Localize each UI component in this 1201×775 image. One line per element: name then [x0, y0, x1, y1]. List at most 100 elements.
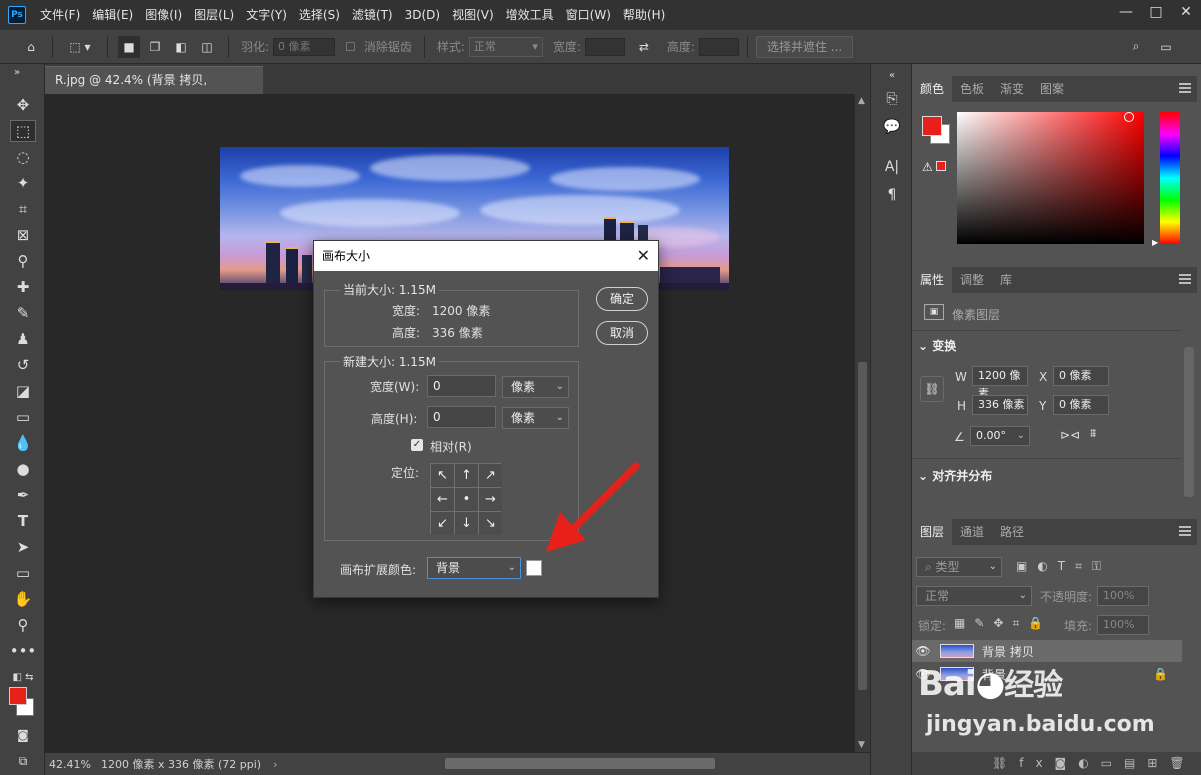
anchor-top-right[interactable]: ↗: [479, 464, 502, 487]
history-brush-tool-icon[interactable]: ↺: [10, 354, 36, 376]
relative-checkbox[interactable]: ✓: [411, 439, 423, 451]
path-selection-tool-icon[interactable]: ➤: [10, 536, 36, 558]
new-selection-icon[interactable]: ■: [118, 35, 140, 58]
tab-gradients[interactable]: 渐变: [992, 76, 1032, 102]
layers-footer-icons[interactable]: ⛓fx◙◐▭▤⊞🗑: [912, 752, 1201, 775]
home-icon[interactable]: ⌂: [20, 36, 42, 58]
tab-layers[interactable]: 图层: [912, 519, 953, 545]
hue-slider-handle-icon[interactable]: ▶: [1152, 238, 1158, 247]
menu-window[interactable]: 窗口(W): [560, 0, 617, 30]
minimize-icon[interactable]: —: [1111, 0, 1141, 24]
more-tools-icon[interactable]: •••: [10, 640, 37, 662]
height-input[interactable]: 0: [427, 406, 496, 428]
tab-adjustments[interactable]: 调整: [952, 267, 992, 293]
height-unit-select[interactable]: 像素 ⌄: [502, 407, 569, 429]
eyedropper-tool-icon[interactable]: ⚲: [10, 250, 36, 272]
tab-patterns[interactable]: 图案: [1032, 76, 1072, 102]
link-icon[interactable]: ⛓: [920, 376, 944, 402]
hue-slider[interactable]: [1160, 112, 1180, 244]
close-icon[interactable]: ✕: [637, 241, 650, 271]
marquee-tool-icon[interactable]: ⬚: [10, 120, 36, 142]
layer-filter-select[interactable]: ⌕ 类型 ⌄: [916, 557, 1002, 577]
zoom-tool-icon[interactable]: ⚲: [10, 614, 36, 636]
anchor-bottom-left[interactable]: ↙: [431, 512, 454, 535]
type-tool-icon[interactable]: T: [10, 510, 36, 532]
scroll-down-icon[interactable]: ▼: [858, 740, 865, 750]
opacity-input[interactable]: 100%: [1097, 586, 1149, 606]
layer-row[interactable]: 👁 背景 拷贝: [912, 640, 1182, 662]
menu-edit[interactable]: 编辑(E): [86, 0, 139, 30]
screen-mode-icon[interactable]: ⧉: [10, 750, 36, 772]
blur-tool-icon[interactable]: 💧: [10, 432, 36, 454]
zoom-level[interactable]: 42.41%: [49, 758, 101, 771]
fill-input[interactable]: 100%: [1097, 615, 1149, 635]
anchor-bottom[interactable]: ↓: [455, 512, 478, 535]
blend-mode-select[interactable]: 正常 ⌄: [916, 586, 1032, 606]
anchor-top[interactable]: ↑: [455, 464, 478, 487]
align-distribute-section[interactable]: ⌄ 对齐并分布: [918, 467, 992, 484]
transform-x-input[interactable]: 0 像素: [1053, 366, 1109, 386]
menu-select[interactable]: 选择(S): [293, 0, 346, 30]
add-selection-icon[interactable]: ❐: [144, 36, 166, 58]
hand-tool-icon[interactable]: ✋: [10, 588, 36, 610]
visibility-eye-icon[interactable]: 👁: [912, 644, 934, 658]
subtract-selection-icon[interactable]: ◧: [170, 36, 192, 58]
tab-libraries[interactable]: 库: [992, 267, 1020, 293]
crop-tool-icon[interactable]: ⌗: [10, 198, 36, 220]
magic-wand-tool-icon[interactable]: ✦: [10, 172, 36, 194]
cancel-button[interactable]: 取消: [596, 321, 648, 345]
close-window-icon[interactable]: ✕: [1171, 0, 1201, 24]
ok-button[interactable]: 确定: [596, 287, 648, 311]
lasso-tool-icon[interactable]: ◌: [10, 146, 36, 168]
eraser-tool-icon[interactable]: ◪: [10, 380, 36, 402]
default-colors-icon[interactable]: ◧ ⇆: [10, 666, 36, 688]
menu-type[interactable]: 文字(Y): [240, 0, 293, 30]
frame-tool-icon[interactable]: ⊠: [10, 224, 36, 246]
style-select[interactable]: 正常 ▾: [468, 36, 543, 57]
paragraph-panel-icon[interactable]: ¶: [883, 186, 901, 204]
healing-brush-tool-icon[interactable]: ✚: [10, 276, 36, 298]
layer-filter-icons[interactable]: ▣◐T⌗⚿: [1016, 559, 1111, 574]
comments-panel-icon[interactable]: 💬: [883, 118, 901, 136]
width-input[interactable]: [584, 37, 625, 56]
anchor-bottom-right[interactable]: ↘: [479, 512, 502, 535]
width-unit-select[interactable]: 像素 ⌄: [502, 376, 569, 398]
extension-color-swatch[interactable]: [526, 560, 542, 576]
height-input[interactable]: [698, 37, 739, 56]
tab-swatches[interactable]: 色板: [952, 76, 992, 102]
tab-color[interactable]: 颜色: [912, 76, 953, 102]
transform-width-input[interactable]: 1200 像素: [972, 366, 1028, 400]
anchor-top-left[interactable]: ↖: [431, 464, 454, 487]
tab-paths[interactable]: 路径: [992, 519, 1032, 545]
tab-properties[interactable]: 属性: [912, 267, 953, 293]
expand-panels-icon[interactable]: «: [883, 66, 901, 84]
foreground-color-swatch[interactable]: [9, 687, 27, 705]
flip-vertical-icon[interactable]: ⩩: [1090, 426, 1096, 441]
history-panel-icon[interactable]: ⎘: [883, 90, 901, 108]
select-and-mask-button[interactable]: 选择并遮住 ...: [755, 35, 854, 58]
properties-scrollbar[interactable]: [1184, 347, 1194, 497]
horizontal-scroll-thumb[interactable]: [445, 758, 715, 769]
color-panel-foreground-swatch[interactable]: [922, 116, 942, 136]
rectangle-tool-icon[interactable]: ▭: [10, 562, 36, 584]
quick-mask-icon[interactable]: ◙: [10, 724, 36, 746]
tab-channels[interactable]: 通道: [952, 519, 992, 545]
transform-section[interactable]: ⌄ 变换: [918, 337, 956, 354]
workspace-icon[interactable]: ▭: [1155, 36, 1177, 58]
collapse-icon[interactable]: »: [4, 66, 30, 78]
anchor-center[interactable]: •: [455, 488, 478, 511]
stamp-tool-icon[interactable]: ♟: [10, 328, 36, 350]
scroll-up-icon[interactable]: ▲: [858, 96, 865, 106]
maximize-icon[interactable]: □: [1141, 0, 1171, 24]
menu-3d[interactable]: 3D(D): [399, 0, 446, 30]
move-tool-icon[interactable]: ✥: [10, 94, 36, 116]
menu-help[interactable]: 帮助(H): [617, 0, 671, 30]
pen-tool-icon[interactable]: ✒: [10, 484, 36, 506]
feather-input[interactable]: 0 像素: [273, 37, 336, 56]
menu-layer[interactable]: 图层(L): [188, 0, 240, 30]
chevron-right-icon[interactable]: ›: [273, 758, 277, 771]
transform-y-input[interactable]: 0 像素: [1053, 395, 1109, 415]
menu-file[interactable]: 文件(F): [34, 0, 86, 30]
anchor-right[interactable]: →: [479, 488, 502, 511]
antialias-checkbox[interactable]: ☐: [345, 40, 356, 54]
